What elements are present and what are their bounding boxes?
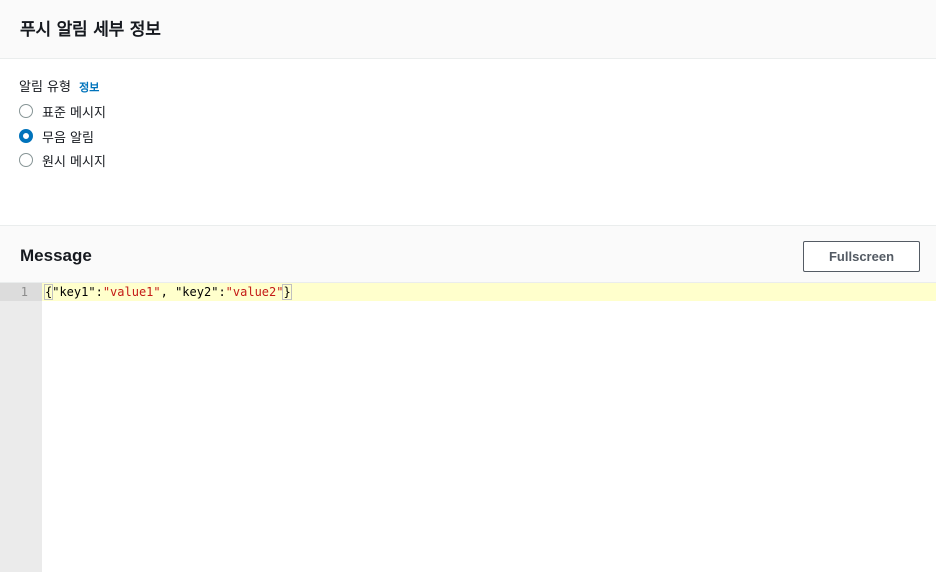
radio-button-checked[interactable] [19,129,33,143]
editor-title: Message [20,246,92,265]
panel-title: 푸시 알림 세부 정보 [20,20,161,40]
notification-type-label: 알림 유형 정보 [19,76,99,95]
text-cursor [290,284,292,299]
code-separator: , [160,285,176,299]
line-number: 1 [20,285,28,299]
fullscreen-button[interactable]: Fullscreen [803,241,920,272]
radio-option-standard-message[interactable]: 표준 메시지 [19,101,106,121]
radio-button-unchecked[interactable] [19,104,33,118]
info-link[interactable]: 정보 [79,81,99,94]
editor-gutter [0,283,42,572]
code-string-value: "value2" [225,285,284,299]
panel-header: 푸시 알림 세부 정보 [0,0,936,59]
code-key: "key2" [175,285,219,299]
radio-option-raw-message[interactable]: 원시 메시지 [19,150,106,170]
code-close-brace: } [282,284,292,300]
code-editor[interactable] [42,283,936,572]
radio-button-unchecked[interactable] [19,153,33,167]
code-colon: : [95,285,103,299]
code-line[interactable]: {"key1":"value1", "key2":"value2"} [43,284,292,300]
radio-option-silent-notification[interactable]: 무음 알림 [19,126,94,146]
code-key: "key1" [52,285,96,299]
editor-header: Message Fullscreen [0,225,936,283]
code-string-value: "value1" [102,285,161,299]
radio-label: 무음 알림 [42,130,94,146]
radio-label: 표준 메시지 [42,105,106,121]
code-colon: : [218,285,226,299]
notification-type-label-text: 알림 유형 [19,80,71,95]
radio-label: 원시 메시지 [42,154,106,170]
